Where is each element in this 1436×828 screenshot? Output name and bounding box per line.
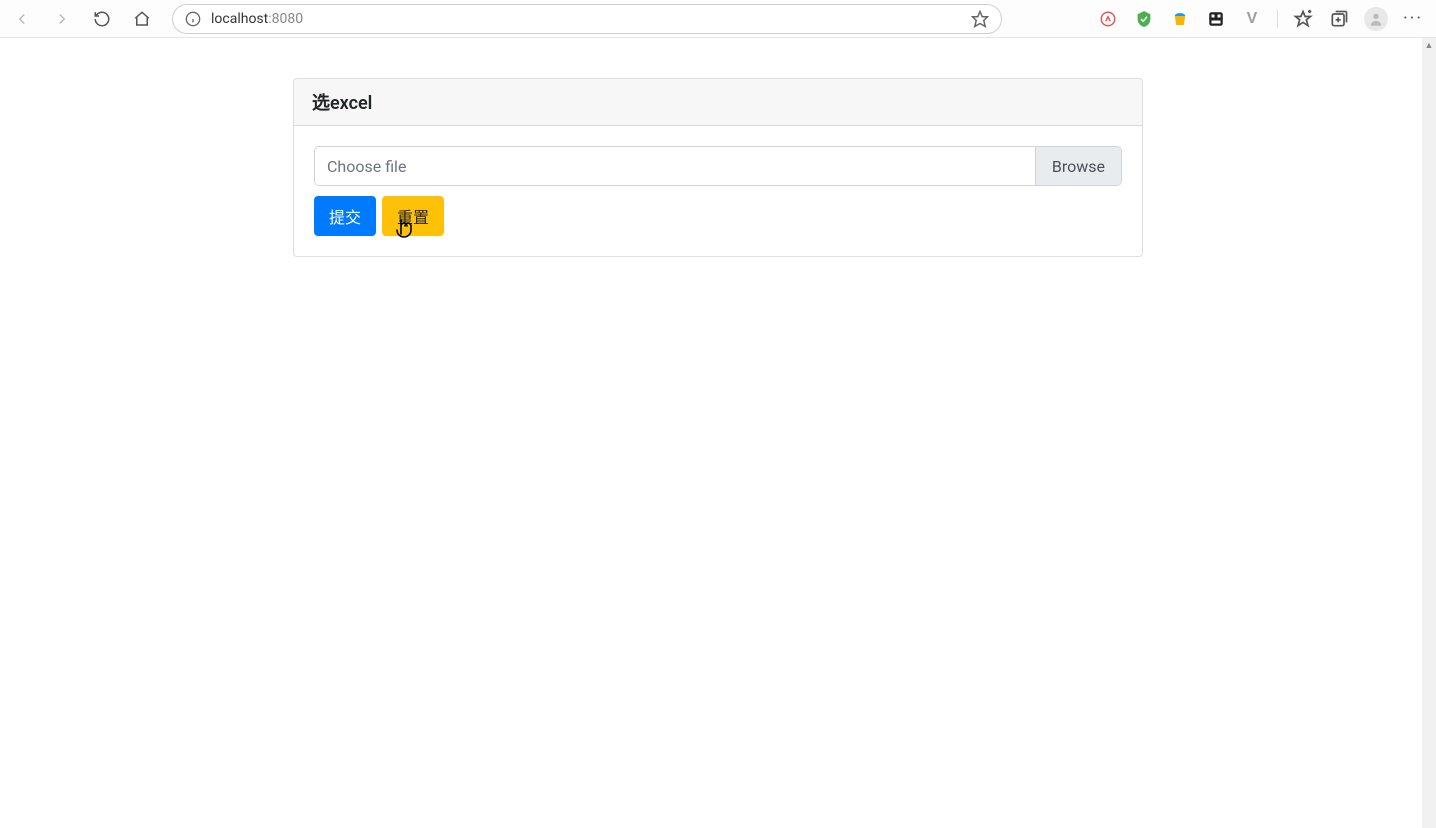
submit-button[interactable]: 提交 — [314, 196, 376, 236]
bucket-extension-icon[interactable] — [1169, 8, 1191, 30]
navigation-controls — [8, 5, 156, 33]
reload-icon — [93, 10, 111, 28]
favorites-button[interactable] — [1292, 8, 1314, 30]
forward-button[interactable] — [48, 5, 76, 33]
card-title: 选excel — [294, 79, 1142, 126]
back-button[interactable] — [8, 5, 36, 33]
scroll-up-arrow[interactable]: ▲ — [1422, 38, 1436, 52]
site-info-icon[interactable] — [185, 11, 201, 27]
shield-extension-icon[interactable] — [1133, 8, 1155, 30]
browser-toolbar: localhost:8080 V ··· — [0, 0, 1436, 38]
upload-card: 选excel Choose file Browse 提交 重置 — [293, 78, 1143, 257]
more-button[interactable]: ··· — [1402, 8, 1424, 30]
vue-extension-icon[interactable]: V — [1241, 8, 1263, 30]
scrollbar[interactable]: ▲ — [1422, 38, 1436, 828]
browser-actions: V ··· — [1097, 7, 1428, 31]
page-content: 选excel Choose file Browse 提交 重置 — [0, 38, 1436, 297]
viewport: ▲ 选excel Choose file Browse 提交 重置 — [0, 38, 1436, 828]
home-button[interactable] — [128, 5, 156, 33]
back-icon — [13, 10, 31, 28]
url-host: localhost — [211, 11, 268, 27]
collections-button[interactable] — [1328, 8, 1350, 30]
browse-button[interactable]: Browse — [1035, 147, 1121, 185]
file-input-placeholder: Choose file — [315, 147, 1035, 185]
favorite-button[interactable] — [971, 10, 989, 28]
reset-button[interactable]: 重置 — [382, 196, 444, 236]
card-body: Choose file Browse 提交 重置 — [294, 126, 1142, 256]
separator — [1277, 10, 1278, 28]
url-text: localhost:8080 — [211, 11, 961, 27]
profile-button[interactable] — [1364, 7, 1388, 31]
file-input[interactable]: Choose file Browse — [314, 146, 1122, 186]
home-icon — [133, 10, 151, 28]
compass-extension-icon[interactable] — [1097, 8, 1119, 30]
address-bar[interactable]: localhost:8080 — [172, 4, 1002, 34]
forward-icon — [53, 10, 71, 28]
profile-icon — [1368, 11, 1384, 27]
url-port: :8080 — [268, 11, 303, 27]
matrix-extension-icon[interactable] — [1205, 8, 1227, 30]
reload-button[interactable] — [88, 5, 116, 33]
